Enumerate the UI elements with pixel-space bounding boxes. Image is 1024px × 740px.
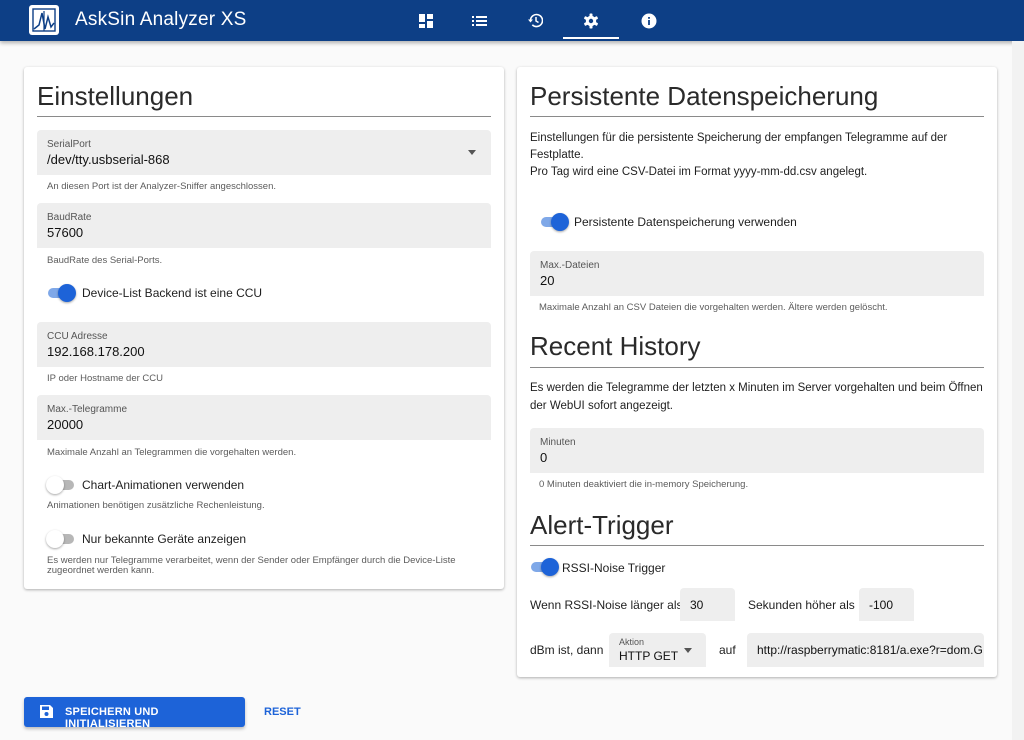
section-divider xyxy=(530,367,984,368)
recent-history-desc-line1: Es werden die Telegramme der letzten x M… xyxy=(530,382,983,394)
save-and-init-button[interactable]: SPEICHERN UND INITIALISIEREN xyxy=(24,697,245,730)
tab-list[interactable] xyxy=(451,0,507,41)
tab-history[interactable] xyxy=(507,0,563,41)
tab-dashboard[interactable] xyxy=(398,0,454,41)
tab-settings[interactable] xyxy=(563,0,619,41)
baud-rate-value: 57600 xyxy=(47,225,84,240)
persistence-toggle-label: Persistente Datenspeicherung verwenden xyxy=(574,215,797,229)
title-divider xyxy=(37,116,491,117)
settings-title: Einstellungen xyxy=(37,81,194,111)
app-bar: AskSin Analyzer XS xyxy=(0,0,1024,41)
persistence-toggle[interactable] xyxy=(539,213,569,231)
settings-card: Einstellungen SerialPort /dev/tty.usbser… xyxy=(24,67,504,589)
dbm-value: -100 xyxy=(869,598,894,612)
serial-port-select[interactable]: SerialPort /dev/tty.usbserial-868 xyxy=(37,130,491,175)
app-logo-icon xyxy=(29,5,59,35)
action-select[interactable]: Aktion HTTP GET xyxy=(609,633,706,667)
seconds-value: 30 xyxy=(690,598,704,612)
auf-text: auf xyxy=(719,643,736,657)
max-telegrams-value: 20000 xyxy=(47,417,84,432)
save-button-label: SPEICHERN UND INITIALISIEREN xyxy=(65,706,159,730)
reset-button-label: RESET xyxy=(264,706,301,718)
persistence-desc-line3: Pro Tag wird eine CSV-Datei im Format yy… xyxy=(530,166,868,178)
info-icon xyxy=(641,13,657,28)
baud-rate-hint: BaudRate des Serial-Ports. xyxy=(47,255,163,266)
ccu-address-value: 192.168.178.200 xyxy=(47,344,145,359)
action-label: Aktion xyxy=(619,637,645,647)
dbm-text: dBm ist, dann xyxy=(530,643,604,657)
minutes-hint: 0 Minuten deaktiviert die in-memory Spei… xyxy=(539,479,749,490)
list-icon xyxy=(471,15,487,26)
max-files-label: Max.-Dateien xyxy=(540,260,600,271)
recent-history-title: Recent History xyxy=(530,331,701,361)
known-devices-hint-line2: zugeordnet werden kann. xyxy=(47,565,155,576)
tab-info[interactable] xyxy=(621,0,677,41)
seconds-text: Sekunden höher als xyxy=(748,598,855,612)
url-input[interactable]: http://raspberrymatic:8181/a.exe?r=dom.G xyxy=(747,633,984,667)
recent-history-desc-line2: der WebUI sofort angezeigt. xyxy=(530,400,673,412)
dbm-input[interactable]: -100 xyxy=(859,588,914,621)
action-value: HTTP GET xyxy=(619,649,679,663)
title-divider xyxy=(530,116,984,117)
scrollbar-track[interactable] xyxy=(1012,41,1024,740)
max-files-value: 20 xyxy=(540,273,555,288)
known-devices-toggle[interactable] xyxy=(46,530,76,548)
rssi-noise-toggle[interactable] xyxy=(529,558,559,576)
ccu-backend-toggle[interactable] xyxy=(46,284,76,302)
max-telegrams-label: Max.-Telegramme xyxy=(47,404,128,415)
history-icon xyxy=(528,13,543,28)
minutes-value: 0 xyxy=(540,450,548,465)
max-telegrams-hint: Maximale Anzahl an Telegrammen die vorge… xyxy=(47,447,297,458)
seconds-input[interactable]: 30 xyxy=(680,588,735,621)
chart-animations-label: Chart-Animationen verwenden xyxy=(82,478,245,492)
known-devices-label: Nur bekannte Geräte anzeigen xyxy=(82,532,247,546)
rssi-noise-label: RSSI-Noise Trigger xyxy=(562,561,666,575)
chevron-down-icon xyxy=(468,150,476,155)
gear-icon xyxy=(584,13,598,28)
persistence-card: Persistente Datenspeicherung Einstellung… xyxy=(517,67,997,677)
chart-animations-hint: Animationen benötigen zusätzliche Rechen… xyxy=(47,500,265,511)
chart-animations-toggle[interactable] xyxy=(46,476,76,494)
app-title: AskSin Analyzer XS xyxy=(75,9,247,30)
persistence-title: Persistente Datenspeicherung xyxy=(530,81,879,111)
baud-rate-field[interactable]: BaudRate 57600 xyxy=(37,203,491,248)
alert-trigger-title: Alert-Trigger xyxy=(530,510,674,540)
rssi-longer-text: Wenn RSSI-Noise länger als xyxy=(530,598,683,612)
dashboard-icon xyxy=(419,13,433,28)
reset-button[interactable]: RESET xyxy=(256,697,308,727)
serial-port-value: /dev/tty.usbserial-868 xyxy=(47,152,170,167)
max-files-hint: Maximale Anzahl an CSV Dateien die vorge… xyxy=(539,302,888,313)
max-telegrams-field[interactable]: Max.-Telegramme 20000 xyxy=(37,395,491,440)
max-files-field[interactable]: Max.-Dateien 20 xyxy=(530,251,984,296)
minutes-field[interactable]: Minuten 0 xyxy=(530,428,984,473)
persistence-desc-line2: Festplatte. xyxy=(530,149,584,161)
url-value: http://raspberrymatic:8181/a.exe?r=dom.G xyxy=(757,643,983,657)
ccu-backend-label: Device-List Backend ist eine CCU xyxy=(82,286,263,300)
chevron-down-icon xyxy=(684,648,692,653)
persistence-desc-line1: Einstellungen für die persistente Speich… xyxy=(530,132,948,144)
ccu-address-hint: IP oder Hostname der CCU xyxy=(47,373,163,384)
baud-rate-label: BaudRate xyxy=(47,212,92,223)
serial-port-label: SerialPort xyxy=(47,139,91,150)
ccu-address-field[interactable]: CCU Adresse 192.168.178.200 xyxy=(37,322,491,367)
section-divider xyxy=(530,545,984,546)
minutes-label: Minuten xyxy=(540,437,576,448)
save-icon xyxy=(40,705,53,718)
serial-port-hint: An diesen Port ist der Analyzer-Sniffer … xyxy=(47,181,277,192)
ccu-address-label: CCU Adresse xyxy=(47,331,108,342)
